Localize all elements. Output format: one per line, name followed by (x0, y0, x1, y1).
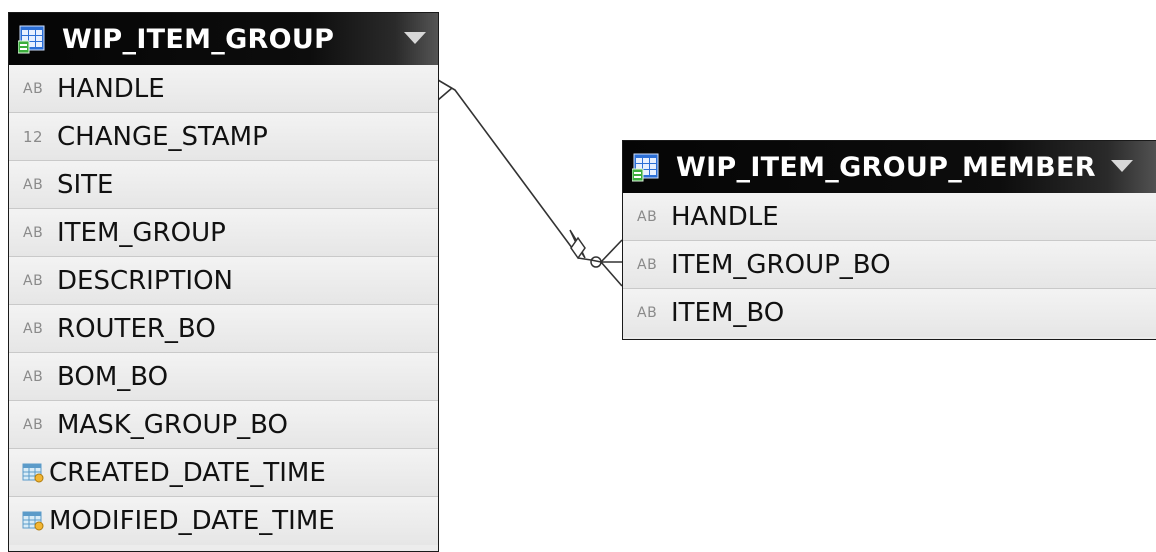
entity-header[interactable]: WIP_ITEM_GROUP (9, 13, 438, 65)
chevron-down-icon[interactable] (1111, 160, 1133, 172)
entity-title: WIP_ITEM_GROUP (62, 23, 335, 55)
column-name: BOM_BO (57, 361, 169, 392)
column-name: ITEM_BO (671, 298, 785, 328)
calendar-icon (22, 463, 44, 482)
column-row[interactable]: AB BOM_BO (9, 353, 438, 401)
text-type-icon: AB (637, 305, 658, 321)
column-name: ITEM_GROUP (57, 217, 226, 248)
column-list: AB HANDLE AB ITEM_GROUP_BO AB ITEM_BO (623, 193, 1156, 337)
column-row[interactable]: 12 CHANGE_STAMP (9, 113, 438, 161)
column-name: CHANGE_STAMP (57, 121, 268, 152)
table-icon (632, 153, 659, 182)
column-row[interactable]: AB ITEM_GROUP (9, 209, 438, 257)
column-row[interactable]: AB HANDLE (623, 193, 1156, 241)
column-name: MODIFIED_DATE_TIME (49, 506, 335, 536)
text-type-icon: AB (23, 272, 44, 289)
text-type-icon: AB (23, 368, 44, 385)
text-type-icon: AB (23, 224, 44, 241)
column-row[interactable]: CREATED_DATE_TIME (9, 449, 438, 497)
column-name: SITE (57, 169, 114, 200)
relationship-line-parent (437, 79, 579, 257)
column-name: HANDLE (57, 73, 165, 104)
text-type-icon: AB (23, 320, 44, 337)
number-type-icon: 12 (23, 127, 44, 146)
column-name: ITEM_GROUP_BO (671, 249, 891, 280)
relationship-line-stub (437, 87, 453, 101)
text-type-icon: AB (637, 208, 658, 225)
column-row[interactable]: AB SITE (9, 161, 438, 209)
entity-header[interactable]: WIP_ITEM_GROUP_MEMBER (623, 141, 1156, 193)
crowfoot-upper (600, 239, 623, 263)
column-row[interactable]: AB ITEM_GROUP_BO (623, 241, 1156, 289)
column-name: ROUTER_BO (57, 313, 216, 344)
text-type-icon: AB (637, 256, 658, 273)
column-row[interactable]: AB DESCRIPTION (9, 257, 438, 305)
column-row[interactable]: AB ITEM_BO (623, 289, 1156, 337)
column-row[interactable]: AB HANDLE (9, 65, 438, 113)
text-type-icon: AB (23, 416, 44, 433)
chevron-down-icon[interactable] (404, 32, 426, 44)
text-type-icon: AB (23, 176, 44, 193)
calendar-icon (22, 511, 44, 531)
column-name: MASK_GROUP_BO (57, 409, 289, 440)
table-icon (18, 25, 45, 54)
column-name: CREATED_DATE_TIME (49, 457, 326, 488)
column-row[interactable]: AB MASK_GROUP_BO (9, 401, 438, 449)
column-name: DESCRIPTION (57, 265, 233, 296)
column-list: AB HANDLE 12 CHANGE_STAMP AB SITE AB ITEM_GROUP… (9, 65, 438, 545)
entity-title: WIP_ITEM_GROUP_MEMBER (676, 151, 1096, 183)
column-row[interactable]: AB ROUTER_BO (9, 305, 438, 353)
entity-wip-item-group-member[interactable]: WIP_ITEM_GROUP_MEMBER AB HANDLE AB ITEM_GRO… (622, 140, 1156, 340)
text-type-icon: AB (23, 80, 44, 97)
crowfoot-lower (600, 261, 623, 287)
column-name: HANDLE (671, 201, 779, 232)
column-row[interactable]: MODIFIED_DATE_TIME (9, 497, 438, 545)
entity-wip-item-group[interactable]: WIP_ITEM_GROUP AB HANDLE 12 CHANGE_STAMP AB S… (8, 12, 439, 552)
